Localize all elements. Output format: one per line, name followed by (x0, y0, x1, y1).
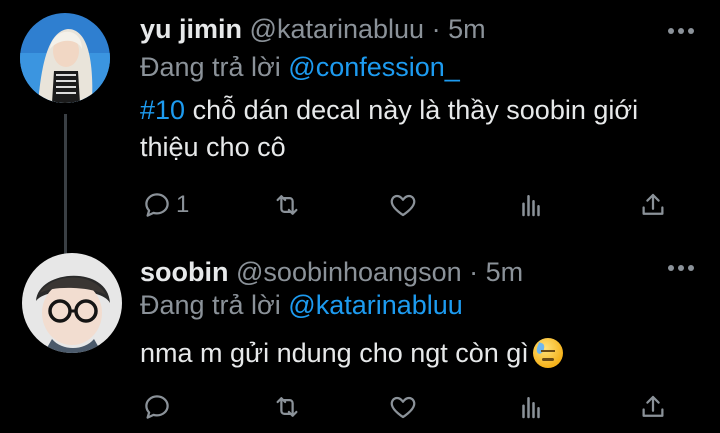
separator: · (469, 257, 479, 287)
replying-to-label: Đang trả lời (140, 52, 281, 82)
like-button[interactable] (388, 389, 418, 425)
tweet-text: nma m gửi ndung cho ngt còn gì (140, 335, 700, 372)
separator: · (431, 14, 441, 44)
thread-line (64, 114, 67, 254)
reply-button[interactable] (142, 389, 176, 425)
timestamp[interactable]: 5m (448, 14, 486, 44)
reply-button[interactable]: 1 (142, 187, 189, 223)
retweet-button[interactable] (272, 187, 302, 223)
reply-icon (145, 193, 169, 217)
user-handle[interactable]: @soobinhoangson (236, 257, 462, 287)
timestamp[interactable]: 5m (486, 257, 524, 287)
analytics-button[interactable] (516, 187, 546, 223)
analytics-button[interactable] (516, 389, 546, 425)
tweet-1[interactable]: yu jimin @katarinabluu · 5m Đang trả lời… (0, 0, 720, 254)
replying-to: Đang trả lời @katarinabluu (140, 290, 463, 321)
analytics-icon (522, 397, 540, 419)
more-options-icon[interactable] (668, 28, 694, 36)
user-handle[interactable]: @katarinabluu (250, 14, 425, 44)
reply-mention[interactable]: @confession_ (288, 52, 460, 82)
heart-icon (390, 396, 416, 419)
reply-icon (145, 395, 169, 419)
like-button[interactable] (388, 187, 418, 223)
retweet-icon (276, 195, 298, 215)
tweet-body: nma m gửi ndung cho ngt còn gì (140, 338, 529, 368)
tweet-header: yu jimin @katarinabluu · 5m (140, 14, 486, 45)
share-icon (642, 395, 664, 417)
reply-count: 1 (176, 191, 190, 218)
retweet-icon (276, 397, 298, 417)
share-button[interactable] (638, 389, 668, 425)
display-name[interactable]: yu jimin (140, 14, 242, 44)
share-icon (642, 193, 664, 215)
tweet-actions (130, 389, 690, 429)
replying-to-label: Đang trả lời (140, 290, 281, 320)
display-name[interactable]: soobin (140, 257, 229, 287)
retweet-button[interactable] (272, 389, 302, 425)
replying-to: Đang trả lời @confession_ (140, 52, 460, 83)
avatar-yu-jimin[interactable] (20, 13, 110, 103)
analytics-icon (522, 195, 540, 217)
more-options-icon[interactable] (668, 265, 694, 273)
tweet-text: #10 chỗ dán decal này là thầy soobin giớ… (140, 92, 700, 166)
heart-icon (390, 194, 416, 217)
tweet-actions: 1 (130, 187, 690, 227)
share-button[interactable] (638, 187, 668, 223)
tweet-body: chỗ dán decal này là thầy soobin giới th… (140, 95, 639, 162)
reply-mention[interactable]: @katarinabluu (288, 290, 463, 320)
hashtag-link[interactable]: #10 (140, 95, 185, 125)
sweat-smile-emoji-icon (532, 338, 563, 368)
avatar-soobin[interactable] (22, 253, 122, 353)
tweet-header: soobin @soobinhoangson · 5m (140, 257, 523, 288)
tweet-2[interactable]: soobin @soobinhoangson · 5m Đang trả lời… (0, 245, 720, 433)
